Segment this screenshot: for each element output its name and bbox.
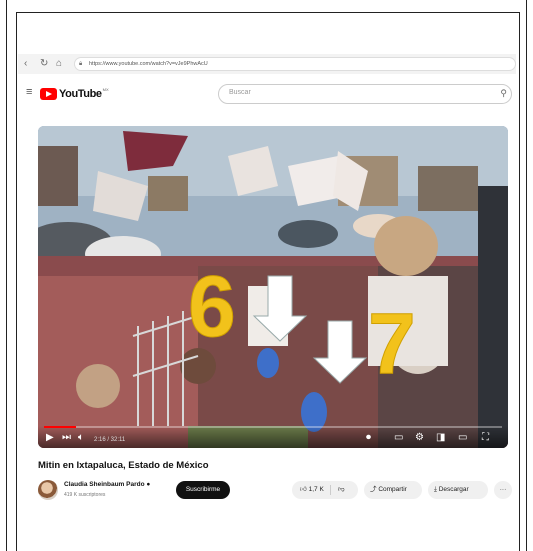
thumbs-down-icon: 👎︎ (338, 486, 345, 493)
menu-icon[interactable]: ≡ (26, 86, 32, 98)
youtube-logo[interactable]: YouTube MX (40, 87, 109, 101)
share-icon: ⤴ (370, 486, 377, 493)
video-frame (38, 126, 508, 448)
url-bar[interactable]: 🔒︎ https://www.youtube.com/watch?v=vJe9P… (74, 57, 516, 71)
search-input[interactable]: Buscar ⚲ (218, 84, 512, 104)
url-text: https://www.youtube.com/watch?v=vJe9PhwA… (89, 61, 208, 67)
youtube-play-icon (40, 88, 57, 100)
subscribe-button[interactable]: Suscribirme (176, 481, 230, 499)
video-controls: ▶ ⏭ 🔈︎ 2:16 / 32:11 ⏺ ▭ ⚙ ◨ ▭ ⛶ (38, 426, 508, 448)
settings-icon[interactable]: ⚙ (415, 432, 424, 444)
like-button[interactable]: 👍︎ 1,7 K (300, 481, 324, 499)
subtitles-icon[interactable]: ▭ (394, 432, 403, 444)
thumbs-up-icon: 👍︎ (300, 486, 307, 493)
progress-bar[interactable] (44, 426, 502, 428)
channel-name[interactable]: Claudia Sheinbaum Pardo ● (64, 481, 150, 488)
browser-address-row: ‹ ↻ ⌂ 🔒︎ https://www.youtube.com/watch?v… (18, 54, 516, 74)
youtube-header: ≡ YouTube MX Buscar ⚲ (18, 82, 516, 106)
fullscreen-icon[interactable]: ⛶ (482, 432, 489, 444)
table-rule (16, 12, 520, 13)
home-icon[interactable]: ⌂ (56, 58, 62, 70)
share-button[interactable]: ⤴ Compartir (364, 481, 422, 499)
download-icon: ⤓ (434, 486, 437, 493)
youtube-logo-text: YouTube (59, 88, 102, 100)
search-placeholder: Buscar (229, 89, 251, 96)
back-arrow-icon[interactable]: ‹ (24, 58, 27, 70)
download-button[interactable]: ⤓ Descargar (428, 481, 488, 499)
miniplayer-icon[interactable]: ◨ (436, 432, 445, 444)
more-button[interactable]: ··· (494, 481, 512, 499)
divider (330, 485, 331, 495)
browser-screenshot: ‹ ↻ ⌂ 🔒︎ https://www.youtube.com/watch?v… (18, 48, 516, 523)
channel-avatar[interactable] (38, 480, 58, 500)
table-rule (519, 13, 520, 551)
channel-row: Claudia Sheinbaum Pardo ● 419 K suscript… (38, 478, 512, 506)
volume-icon[interactable]: 🔈︎ (78, 432, 84, 444)
search-icon[interactable]: ⚲ (500, 88, 507, 99)
dislike-button[interactable]: 👎︎ (338, 481, 345, 499)
refresh-icon[interactable]: ↻ (40, 58, 48, 70)
theater-mode-icon[interactable]: ▭ (458, 432, 467, 444)
table-rule (16, 13, 17, 551)
time-display: 2:16 / 32:11 (94, 437, 126, 443)
progress-fill (44, 426, 77, 428)
play-icon[interactable]: ▶ (46, 432, 54, 444)
overlay-number-seven: 7 (368, 296, 417, 392)
channel-subscribers: 419 K suscriptores (64, 492, 106, 498)
video-title: Mitin en Ixtapaluca, Estado de México (38, 460, 209, 471)
youtube-logo-region: MX (102, 86, 109, 92)
marker-dot (257, 348, 279, 378)
lock-icon: 🔒︎ (79, 61, 83, 67)
video-player[interactable]: 6 7 ▶ ⏭ 🔈︎ 2:16 / 32:11 ⏺ ▭ ⚙ ◨ ▭ ⛶ (38, 126, 508, 448)
next-icon[interactable]: ⏭ (62, 432, 71, 444)
autoplay-toggle-icon[interactable]: ⏺ (366, 432, 371, 444)
overlay-number-six: 6 (188, 259, 237, 355)
like-dislike-pill: 👍︎ 1,7 K 👎︎ (292, 481, 358, 499)
verified-icon: ● (146, 481, 151, 488)
